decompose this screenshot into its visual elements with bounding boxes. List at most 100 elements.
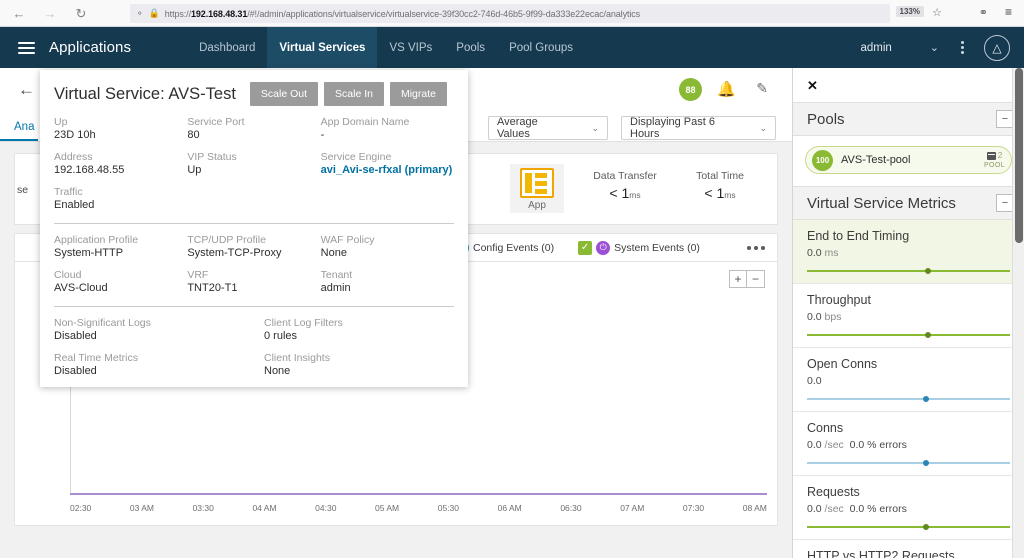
popup-col-2: Service Port 80 VIP Status Up bbox=[187, 116, 320, 221]
metric-label: Requests bbox=[807, 485, 1010, 499]
field-value: Disabled bbox=[54, 365, 264, 377]
nav-item-pool-groups[interactable]: Pool Groups bbox=[497, 27, 585, 68]
field-application-profile: Application Profile System-HTTP bbox=[54, 234, 187, 259]
ellipsis-icon[interactable] bbox=[747, 246, 765, 250]
vs-metrics-title: Virtual Service Metrics bbox=[807, 195, 956, 212]
metric-item-conns[interactable]: Conns 0.0 /sec 0.0 % errors bbox=[793, 412, 1024, 476]
field-client-log-filters: Client Log Filters 0 rules bbox=[264, 317, 454, 342]
x-tick: 04:30 bbox=[315, 503, 336, 517]
tracking-protection-icon[interactable]: ⚭ bbox=[979, 6, 988, 19]
x-tick: 08 AM bbox=[743, 503, 767, 517]
popup-title-prefix: Virtual Service: bbox=[54, 85, 165, 103]
field-client-insights: Client Insights None bbox=[264, 352, 454, 377]
popup-col-1: Non-Significant Logs Disabled Real Time … bbox=[54, 317, 264, 387]
field-label: Client Log Filters bbox=[264, 317, 454, 329]
system-events-group[interactable]: ✓ ⏻ System Events (0) bbox=[578, 241, 700, 255]
service-engine-link[interactable]: avi_Avi-se-rfxal (primary) bbox=[321, 164, 454, 176]
x-tick: 05:30 bbox=[438, 503, 459, 517]
field-label: App Domain Name bbox=[321, 116, 454, 128]
pencil-icon[interactable]: ✎ bbox=[756, 80, 768, 97]
scale-out-button[interactable]: Scale Out bbox=[250, 82, 318, 106]
avi-logo-icon[interactable]: △ bbox=[984, 35, 1010, 61]
app-tier-node[interactable]: App bbox=[510, 164, 564, 213]
field-tenant: Tenant admin bbox=[321, 269, 454, 294]
scrollbar-thumb[interactable] bbox=[1015, 68, 1023, 243]
zoom-level-badge[interactable]: 133% bbox=[896, 6, 924, 17]
reload-icon[interactable]: ↻ bbox=[72, 4, 90, 22]
field-value: 80 bbox=[187, 129, 320, 141]
x-tick: 06:30 bbox=[560, 503, 581, 517]
chart-zoom-out-button[interactable]: − bbox=[747, 270, 765, 288]
nav-item-virtual-services[interactable]: Virtual Services bbox=[267, 27, 377, 68]
average-values-dropdown[interactable]: Average Values ⌄ bbox=[488, 116, 608, 140]
field-value: System-HTTP bbox=[54, 247, 187, 259]
nav-item-pools[interactable]: Pools bbox=[444, 27, 497, 68]
pool-health-score: 100 bbox=[812, 150, 833, 171]
time-range-dropdown[interactable]: Displaying Past 6 Hours ⌄ bbox=[621, 116, 776, 140]
close-icon[interactable]: ✕ bbox=[793, 68, 818, 102]
lock-icon: 🔒 bbox=[149, 8, 160, 19]
chevron-down-icon: ⌄ bbox=[591, 123, 599, 134]
popup-col-2: TCP/UDP Profile System-TCP-Proxy VRF TNT… bbox=[187, 234, 320, 304]
nav-item-vs-vips[interactable]: VS VIPs bbox=[377, 27, 444, 68]
pool-list: 100 AVS-Test-pool 2 POOL bbox=[793, 136, 1024, 186]
x-tick: 02:30 bbox=[70, 503, 91, 517]
field-label: Address bbox=[54, 151, 187, 163]
field-up: Up 23D 10h bbox=[54, 116, 187, 141]
list-item-pool[interactable]: 100 AVS-Test-pool 2 POOL bbox=[805, 146, 1012, 174]
url-bar[interactable]: ⚬ 🔒 https://192.168.48.31/#!/admin/appli… bbox=[130, 4, 890, 23]
vertical-dots-icon[interactable] bbox=[961, 39, 964, 56]
metric-label: Throughput bbox=[807, 293, 1010, 307]
field-label: Traffic bbox=[54, 186, 187, 198]
tab-analytics[interactable]: Ana bbox=[0, 121, 38, 141]
field-label: Service Engine bbox=[321, 151, 454, 163]
x-tick: 06 AM bbox=[498, 503, 522, 517]
forward-icon[interactable]: → bbox=[41, 4, 59, 22]
main-nav: Dashboard Virtual Services VS VIPs Pools… bbox=[187, 27, 585, 68]
field-label: WAF Policy bbox=[321, 234, 454, 246]
field-cloud: Cloud AVS-Cloud bbox=[54, 269, 187, 294]
migrate-button[interactable]: Migrate bbox=[390, 82, 447, 106]
popup-group-profiles: Application Profile System-HTTP Cloud AV… bbox=[40, 234, 468, 304]
browser-menu-icon[interactable]: ≡ bbox=[1005, 5, 1012, 19]
metric-item-http-vs-http2-requests[interactable]: HTTP vs HTTP2 Requests bbox=[793, 540, 1024, 558]
partial-label-se: se bbox=[17, 184, 28, 196]
nav-item-dashboard[interactable]: Dashboard bbox=[187, 27, 267, 68]
field-label: Cloud bbox=[54, 269, 187, 281]
popup-col-1: Up 23D 10h Address 192.168.48.55 Traffic… bbox=[54, 116, 187, 221]
hamburger-icon[interactable] bbox=[18, 42, 35, 54]
metric-item-throughput[interactable]: Throughput 0.0 bps bbox=[793, 284, 1024, 348]
field-value: None bbox=[264, 365, 454, 377]
check-icon[interactable]: ✓ bbox=[578, 241, 592, 255]
chart-zoom-in-button[interactable]: + bbox=[729, 270, 747, 288]
pool-name: AVS-Test-pool bbox=[841, 154, 911, 166]
metric-sparkline bbox=[807, 395, 1010, 403]
bell-icon[interactable]: 🔔 bbox=[717, 80, 736, 98]
server-stack-icon bbox=[987, 152, 996, 160]
metric-item-requests[interactable]: Requests 0.0 /sec 0.0 % errors bbox=[793, 476, 1024, 540]
total-time-value: < 1ms bbox=[675, 185, 765, 201]
metric-label: Conns bbox=[807, 421, 1010, 435]
popup-title: Virtual Service: AVS-Test bbox=[54, 85, 236, 104]
scale-in-button[interactable]: Scale In bbox=[324, 82, 384, 106]
metric-sparkline bbox=[807, 459, 1010, 467]
metric-item-end-to-end-timing[interactable]: End to End Timing 0.0 ms bbox=[793, 220, 1024, 284]
vs-metrics-list: End to End Timing 0.0 ms Throughput 0.0 … bbox=[793, 220, 1024, 558]
user-name[interactable]: admin bbox=[860, 42, 891, 54]
field-vip-status: VIP Status Up bbox=[187, 151, 320, 176]
field-value: Enabled bbox=[54, 199, 187, 211]
back-icon[interactable]: ← bbox=[10, 4, 28, 22]
chevron-down-icon[interactable]: ⌄ bbox=[930, 41, 939, 54]
pools-section-header: Pools − bbox=[793, 102, 1024, 136]
pool-server-count: 2 bbox=[984, 151, 1005, 160]
metric-value: 0.0 bbox=[807, 375, 1010, 387]
field-value: - bbox=[321, 129, 454, 141]
side-panel-scrollbar[interactable]: ▲ bbox=[1012, 68, 1024, 558]
arrow-left-icon[interactable]: ← bbox=[18, 80, 35, 100]
star-icon[interactable]: ☆ bbox=[932, 6, 942, 19]
app-title: Applications bbox=[49, 39, 131, 56]
config-events-group[interactable]: ● Config Events (0) bbox=[455, 241, 554, 255]
metric-item-open-conns[interactable]: Open Conns 0.0 bbox=[793, 348, 1024, 412]
field-value: None bbox=[321, 247, 454, 259]
field-label: Service Port bbox=[187, 116, 320, 128]
